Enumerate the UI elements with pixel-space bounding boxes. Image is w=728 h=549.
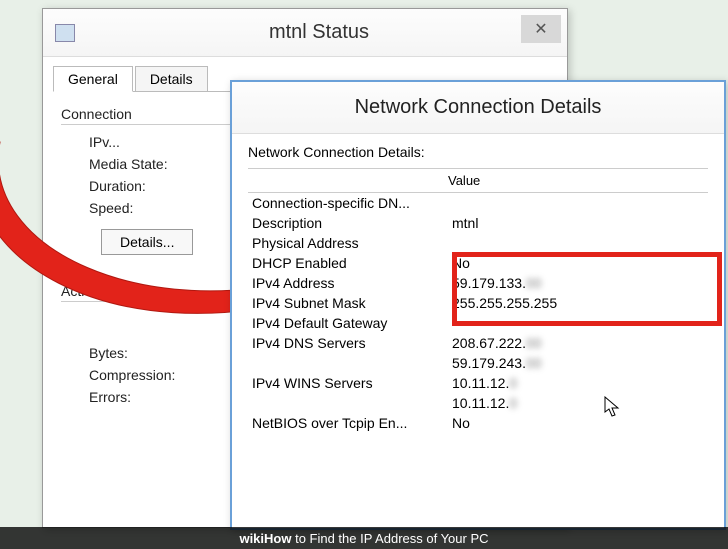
title-bar: mtnl Status ✕: [43, 9, 567, 57]
app-icon: [55, 24, 75, 42]
table-row: 59.179.243.00: [248, 353, 708, 373]
network-details-window: Network Connection Details Network Conne…: [230, 80, 726, 530]
close-button[interactable]: ✕: [521, 15, 561, 43]
details-table: Connection-specific DN... Descriptionmtn…: [248, 193, 708, 433]
window-title: Network Connection Details: [244, 96, 712, 119]
footer-caption: wikiHow to Find the IP Address of Your P…: [0, 527, 728, 549]
column-property: Property: [248, 173, 448, 188]
table-row: Physical Address: [248, 233, 708, 253]
details-button[interactable]: Details...: [101, 229, 193, 255]
column-value: Value: [448, 173, 708, 188]
table-row: 10.11.12.0: [248, 393, 708, 413]
table-header: Property Value: [248, 168, 708, 193]
footer-text: to Find the IP Address of Your PC: [291, 531, 488, 546]
footer-brand: wikiHow: [239, 531, 291, 546]
table-row: IPv4 Address59.179.133.00: [248, 273, 708, 293]
table-row: Connection-specific DN...: [248, 193, 708, 213]
table-row: IPv4 WINS Servers10.11.12.0: [248, 373, 708, 393]
table-row: IPv4 DNS Servers208.67.222.00: [248, 333, 708, 353]
table-row: IPv4 Default Gateway: [248, 313, 708, 333]
table-row: NetBIOS over Tcpip En...No: [248, 413, 708, 433]
title-bar: Network Connection Details: [232, 82, 724, 134]
close-icon: ✕: [534, 19, 547, 39]
tab-details[interactable]: Details: [135, 66, 208, 92]
tab-general[interactable]: General: [53, 66, 133, 92]
window-title: mtnl Status: [83, 21, 555, 44]
table-row: DHCP EnabledNo: [248, 253, 708, 273]
table-row: Descriptionmtnl: [248, 213, 708, 233]
details-subtitle: Network Connection Details:: [248, 144, 708, 160]
table-row: IPv4 Subnet Mask255.255.255.255: [248, 293, 708, 313]
